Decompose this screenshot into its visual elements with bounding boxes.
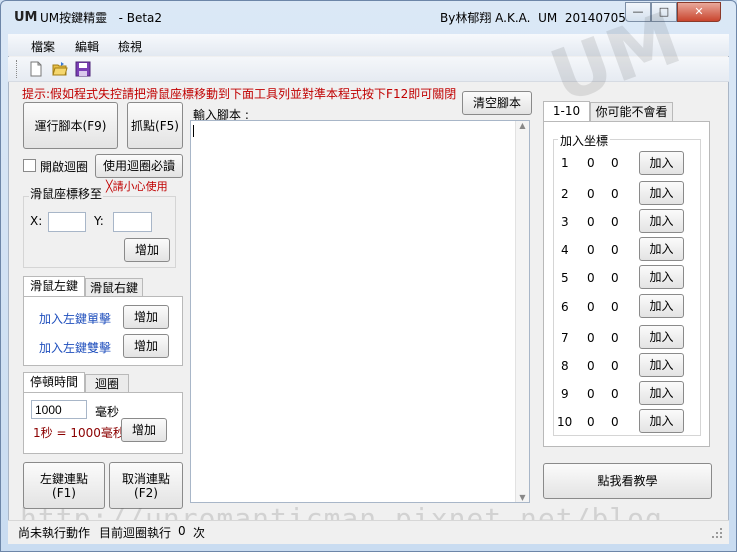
coord-row-y: 0 [611,187,619,201]
coord-add-button[interactable]: 加入 [639,209,684,233]
coord-row-number: 4 [561,243,569,257]
ms-note: 1秒 = 1000毫秒 [33,426,125,440]
coord-row-y: 0 [611,387,619,401]
coord-add-button[interactable]: 加入 [639,294,684,318]
coord-row-y: 0 [611,300,619,314]
coord-add-button[interactable]: 加入 [639,353,684,377]
coord-row-y: 0 [611,243,619,257]
add-coords-title: 加入坐標 [558,132,611,149]
coord-row-x: 0 [587,215,595,229]
tab-loop[interactable]: 迴圈 [85,374,129,393]
y-label: Y: [94,214,104,228]
coord-row-number: 8 [561,359,569,373]
coord-row-y: 0 [611,215,619,229]
coord-row-y: 0 [611,271,619,285]
coord-row-number: 7 [561,331,569,345]
tab-mouse-right[interactable]: 滑鼠右鍵 [85,278,143,297]
status-loop-unit: 次 [193,526,206,540]
add-left-single-button[interactable]: 增加 [123,305,169,329]
coord-row-y: 0 [611,415,619,429]
new-file-icon[interactable] [28,61,44,77]
coord-add-button[interactable]: 加入 [639,237,684,261]
menu-file[interactable]: 檔案 [31,38,55,55]
status-action: 尚未執行動作 [18,526,91,540]
window-title: UM按鍵精靈 - Beta2 [40,11,163,25]
loop-help-button[interactable]: 使用迴圈必讀 [95,154,183,178]
app-icon: UM [14,10,38,25]
wait-input[interactable] [31,400,87,419]
coord-row-number: 3 [561,215,569,229]
coord-row-number: 9 [561,387,569,401]
warning-text: ╳請小心使用 [106,180,168,193]
coord-add-button[interactable]: 加入 [639,381,684,405]
tutorial-button[interactable]: 點我看教學 [543,463,712,499]
coord-add-button[interactable]: 加入 [639,325,684,349]
scroll-up-icon[interactable]: ▲ [516,121,529,130]
coord-row-number: 1 [561,156,569,170]
clear-script-button[interactable]: 清空腳本 [462,91,532,115]
coord-row-x: 0 [587,331,595,345]
coord-row-x: 0 [587,187,595,201]
status-loop-count: 0 [178,524,186,538]
coord-add-button[interactable]: 加入 [639,265,684,289]
x-input[interactable] [48,212,86,232]
ms-label: 毫秒 [95,405,120,419]
toolbar-grip[interactable] [16,60,19,78]
coord-row-number: 5 [561,271,569,285]
coord-row-number: 2 [561,187,569,201]
left-double-label: 加入左鍵雙擊 [39,341,112,355]
coord-row-y: 0 [611,156,619,170]
coord-row-x: 0 [587,156,595,170]
coord-add-button[interactable]: 加入 [639,151,684,175]
coord-row-y: 0 [611,359,619,373]
script-scrollbar[interactable]: ▲ ▼ [515,121,529,502]
coord-row-x: 0 [587,415,595,429]
mouse-move-title: 滑鼠座標移至 [29,185,104,202]
coord-row-x: 0 [587,243,595,257]
menu-view[interactable]: 檢視 [118,38,142,55]
menu-edit[interactable]: 編輯 [75,38,99,55]
coord-row-x: 0 [587,387,595,401]
coord-row-number: 6 [561,300,569,314]
coord-row-x: 0 [587,359,595,373]
scroll-down-icon[interactable]: ▼ [516,493,529,502]
add-move-button[interactable]: 增加 [124,238,170,262]
open-folder-icon[interactable] [52,61,68,77]
status-loop-label: 目前迴圈執行 [99,526,172,540]
y-input[interactable] [113,212,152,232]
coord-row-x: 0 [587,300,595,314]
script-textarea[interactable]: ▲ ▼ [190,120,530,503]
tab-mouse-left[interactable]: 滑鼠左鍵 [23,276,85,297]
text-cursor [193,125,194,137]
capture-point-button[interactable]: 抓點(F5) [127,102,183,149]
save-icon[interactable] [75,61,91,77]
hint-text: 提示:假如程式失控請把滑鼠座標移動到下面工具列並對準本程式按下F12即可關閉 [22,87,457,101]
coord-row-x: 0 [587,271,595,285]
coord-add-button[interactable]: 加入 [639,409,684,433]
add-left-double-button[interactable]: 增加 [123,334,169,358]
loop-checkbox-label[interactable]: 開啟迴圈 [40,158,88,175]
coord-add-button[interactable]: 加入 [639,181,684,205]
close-button[interactable]: ✕ [677,2,721,22]
tab-wait-time[interactable]: 停頓時間 [23,372,85,393]
left-single-label: 加入左鍵單擊 [39,312,112,326]
add-wait-button[interactable]: 增加 [121,418,167,442]
run-script-button[interactable]: 運行腳本(F9) [23,102,118,149]
loop-checkbox[interactable] [23,159,36,172]
coord-row-number: 10 [557,415,573,429]
x-label: X: [30,214,43,228]
coord-row-y: 0 [611,331,619,345]
resize-grip-icon[interactable] [711,527,723,539]
